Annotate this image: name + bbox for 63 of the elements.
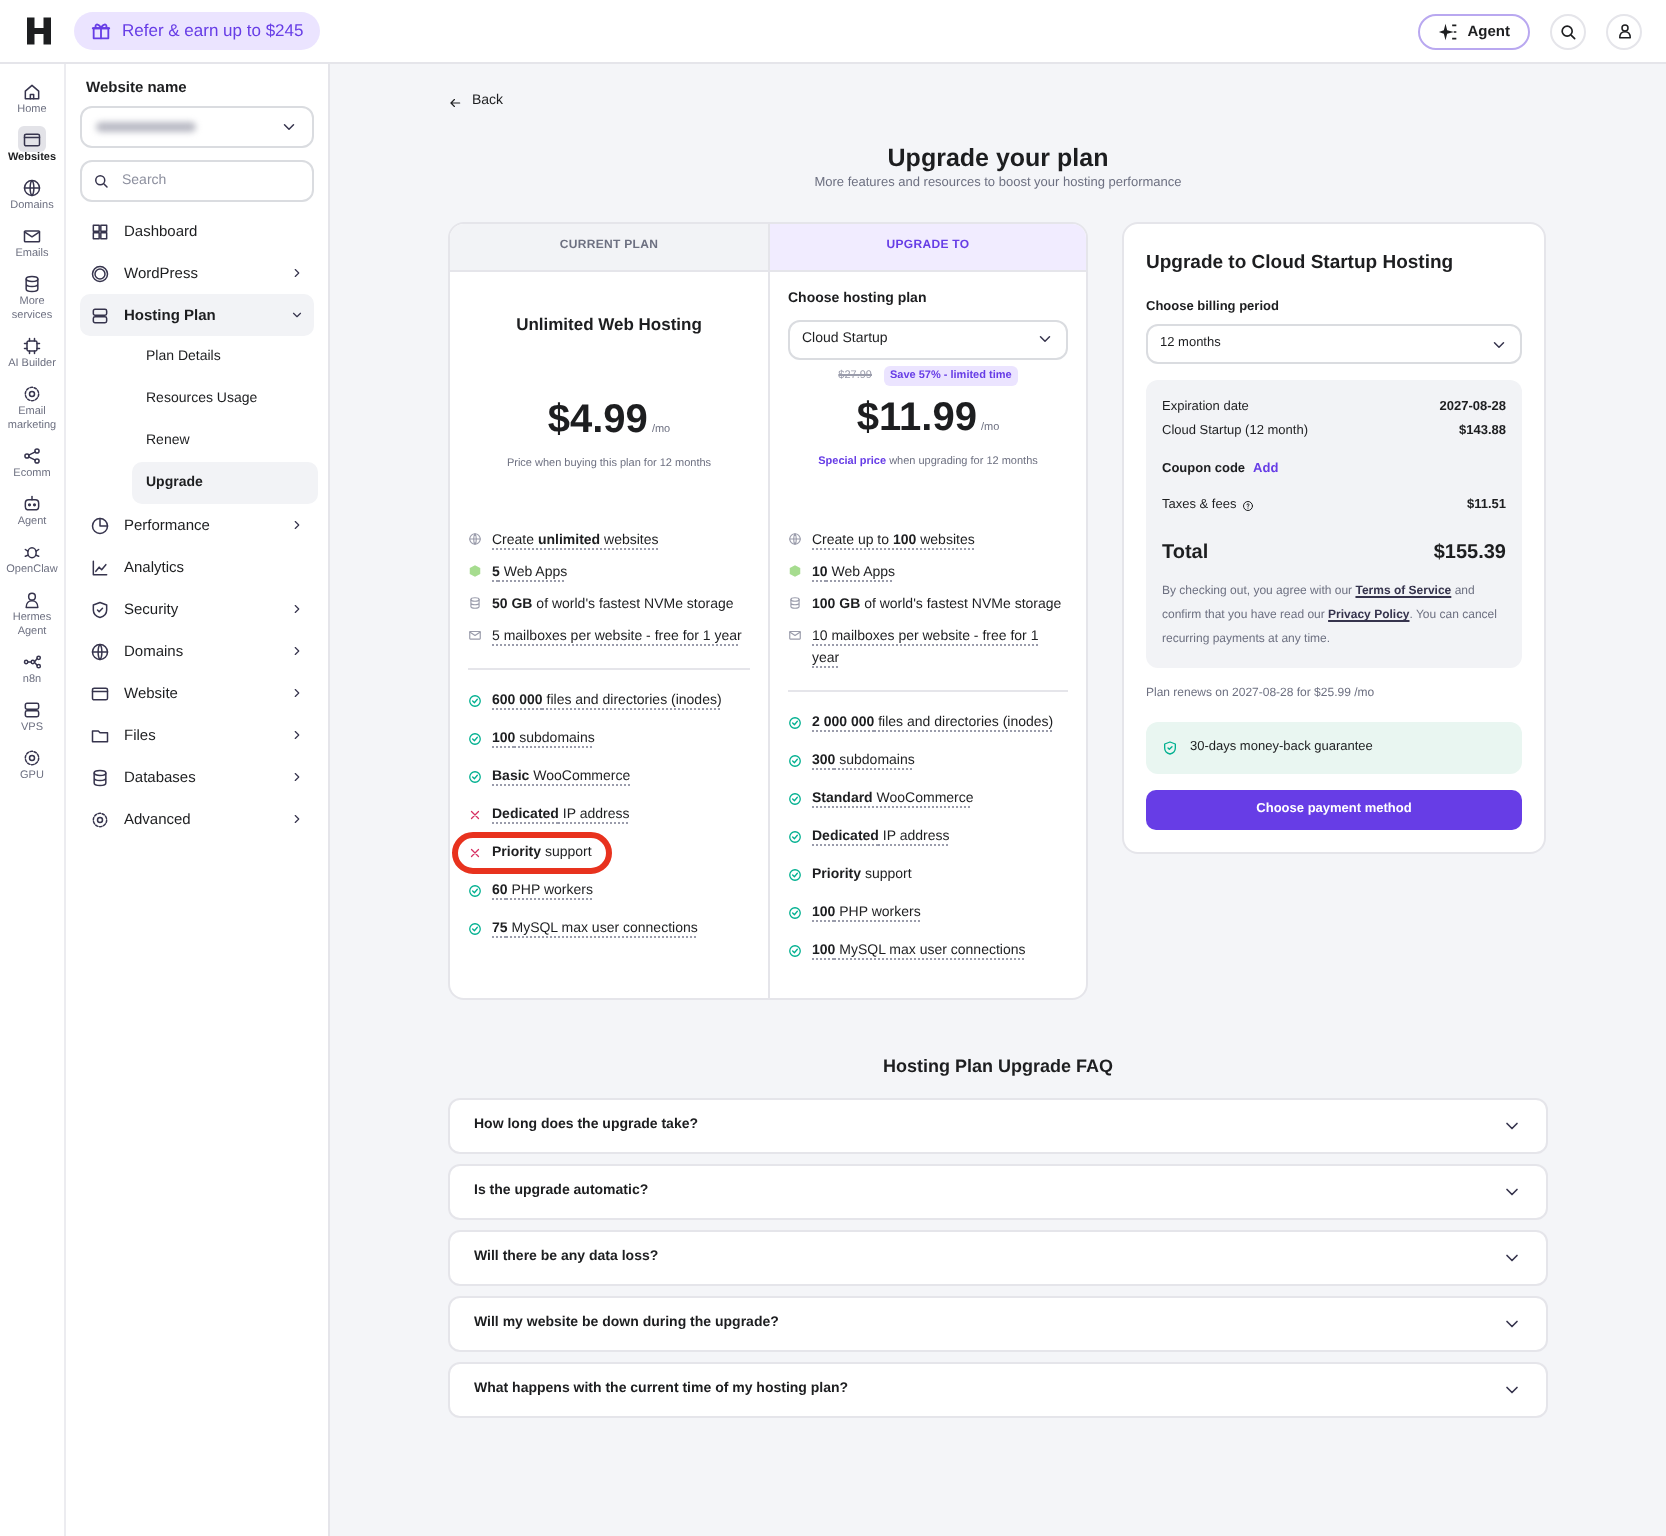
total-label: Total xyxy=(1162,539,1209,568)
summary-title: Upgrade to Cloud Startup Hosting xyxy=(1146,250,1456,279)
home-icon xyxy=(22,81,42,101)
chevron-right-icon xyxy=(290,728,304,743)
globe-icon xyxy=(788,532,802,547)
person-icon xyxy=(22,589,42,609)
envelope-icon xyxy=(22,225,42,245)
search-icon xyxy=(1558,21,1578,41)
shield-icon xyxy=(90,599,110,620)
chevron-right-icon xyxy=(290,812,304,827)
chevron-right-icon xyxy=(290,602,304,617)
envelope-icon xyxy=(468,628,482,643)
chevron-right-icon xyxy=(290,686,304,701)
server-icon xyxy=(22,699,42,719)
circle-icon xyxy=(90,263,110,284)
hexagon-icon xyxy=(468,564,482,579)
window-icon xyxy=(22,129,42,149)
chart-icon xyxy=(90,557,110,578)
bot-icon xyxy=(22,493,42,513)
folder-icon xyxy=(90,725,110,746)
pie-icon xyxy=(90,515,110,536)
search-icon xyxy=(92,172,110,191)
envelope-icon xyxy=(788,628,802,643)
chevron-right-icon xyxy=(290,266,304,281)
help-icon xyxy=(1242,499,1255,512)
chevron-right-icon xyxy=(290,770,304,785)
globe-icon xyxy=(22,177,42,197)
database-icon xyxy=(468,596,482,611)
search-button[interactable] xyxy=(1550,13,1586,49)
bug-icon xyxy=(22,541,42,561)
logo-icon[interactable] xyxy=(24,16,54,46)
globe-icon xyxy=(468,532,482,547)
price: $11.99 xyxy=(856,396,977,440)
gear-icon xyxy=(90,809,110,830)
gear-icon xyxy=(22,747,42,767)
price: $4.99 xyxy=(547,398,648,442)
window-icon xyxy=(90,683,110,704)
chevron-right-icon xyxy=(290,518,304,533)
total-value: $155.39 xyxy=(1433,539,1506,568)
database-icon xyxy=(90,767,110,788)
page-title: Upgrade your plan xyxy=(885,141,1111,173)
database-icon xyxy=(788,596,802,611)
grid-icon xyxy=(90,221,110,242)
account-button[interactable] xyxy=(1606,13,1642,49)
database-icon xyxy=(22,273,42,293)
sparkle-icon xyxy=(1437,21,1458,41)
chevron-down-icon xyxy=(290,308,304,323)
nodes-icon xyxy=(22,651,42,671)
user-icon xyxy=(1615,22,1633,40)
promo-button[interactable]: Refer & earn up to $245 xyxy=(74,12,320,50)
faq-title: Hosting Plan Upgrade FAQ xyxy=(880,1054,1115,1081)
plan-name: Unlimited Web Hosting xyxy=(516,312,702,338)
redacted-text xyxy=(96,122,196,133)
share-icon xyxy=(22,445,42,465)
shield-check-icon xyxy=(1162,739,1178,756)
arrow-left-icon xyxy=(448,95,462,110)
gear-icon xyxy=(22,383,42,403)
hexagon-icon xyxy=(788,564,802,579)
gift-icon xyxy=(90,20,112,42)
chip-icon xyxy=(22,335,42,355)
globe-icon xyxy=(90,641,110,662)
chevron-right-icon xyxy=(290,644,304,659)
server-icon xyxy=(90,305,110,326)
